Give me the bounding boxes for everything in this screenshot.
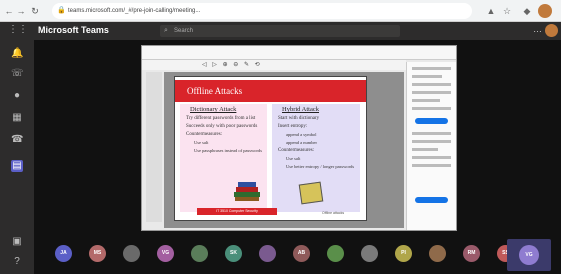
search-input[interactable]: ⌕ Search — [160, 25, 400, 37]
right-sub-bullet: Use better entropy / longer passwords — [286, 164, 355, 169]
profile-avatar[interactable] — [538, 4, 552, 18]
panel-share-button — [415, 197, 448, 203]
extensions-puzzle-icon[interactable]: ◆ — [522, 5, 532, 17]
bookmark-star-icon[interactable]: ☆ — [502, 5, 512, 17]
url-text: teams.microsoft.com/_#/pre-join-calling/… — [68, 8, 201, 14]
files-icon[interactable]: ▤ — [11, 160, 23, 172]
user-avatar[interactable] — [545, 24, 558, 37]
participant-avatar[interactable] — [429, 245, 446, 262]
participant-avatar[interactable]: VG — [157, 245, 174, 262]
apps-icon[interactable]: ▣ — [11, 236, 23, 248]
participant-avatar[interactable]: MS — [89, 245, 106, 262]
reload-icon[interactable]: ↻ — [30, 5, 40, 17]
left-sub-bullet: Use salt — [194, 140, 209, 145]
slide-banner: IT 3510 Computer Security — [197, 208, 277, 215]
right-sub-bullet: Use salt — [286, 156, 301, 161]
left-bullet: Succeeds only with poor passwords — [186, 124, 258, 129]
address-bar[interactable]: 🔒 teams.microsoft.com/_#/pre-join-callin… — [52, 3, 472, 19]
left-bullet: Try different passwords from a list — [186, 116, 256, 121]
right-heading: Hybrid Attack — [282, 106, 320, 113]
extension-icon[interactable]: ▲ — [486, 5, 496, 17]
back-arrow-icon[interactable]: ← — [4, 5, 14, 17]
search-placeholder: Search — [174, 28, 194, 34]
pdf-side-panel — [406, 62, 456, 230]
right-bullet: Start with dictionary — [278, 116, 320, 121]
calendar-icon[interactable]: ▦ — [11, 112, 23, 124]
participant-avatar[interactable] — [259, 245, 276, 262]
app-launcher-icon[interactable]: ⋮⋮ — [8, 24, 28, 35]
activity-icon[interactable]: 🔔 — [11, 48, 23, 60]
right-sub-bullet: append a symbol — [286, 132, 317, 137]
help-icon[interactable]: ? — [11, 256, 23, 268]
participant-avatar[interactable]: SK — [225, 245, 242, 262]
slide-title: Offline Attacks — [175, 80, 366, 102]
participant-avatar[interactable]: AB — [293, 245, 310, 262]
right-bullet: Countermeasures: — [278, 148, 315, 153]
app-title: Microsoft Teams — [38, 25, 109, 35]
participant-avatar[interactable] — [123, 245, 140, 262]
participant-avatar[interactable]: JA — [55, 245, 72, 262]
calls-icon[interactable]: ☎ — [11, 134, 23, 146]
participant-avatar[interactable] — [191, 245, 208, 262]
lock-icon: 🔒 — [57, 7, 66, 14]
books-illustration — [234, 182, 260, 201]
computer-illustration — [298, 181, 324, 205]
right-bullet: Insert entropy: — [278, 124, 308, 129]
left-sub-bullet: Use passphrases instead of passwords — [194, 148, 262, 153]
participant-avatar[interactable] — [327, 245, 344, 262]
pdf-viewer-titlebar — [142, 46, 456, 60]
forward-arrow-icon[interactable]: → — [16, 5, 26, 17]
participant-avatar[interactable] — [361, 245, 378, 262]
chat-icon[interactable]: ☏ — [11, 68, 24, 80]
teams-icon[interactable]: ● — [11, 90, 23, 102]
self-avatar: VG — [519, 245, 539, 265]
participant-avatar[interactable]: RM — [463, 245, 480, 262]
left-bullet: Countermeasures: — [186, 132, 223, 137]
participant-avatar[interactable]: PI — [395, 245, 412, 262]
left-heading: Dictionary Attack — [190, 106, 237, 113]
pdf-toolbar: ◁ ▷ ⊕ ⊖ ✎ ⟲ — [142, 60, 406, 70]
search-icon: ⌕ — [164, 27, 168, 34]
panel-action-button — [415, 118, 448, 124]
page-thumbnails — [146, 72, 162, 222]
slide-footer: Offline attacks — [322, 211, 345, 215]
right-sub-bullet: append a number — [286, 140, 317, 145]
more-options-icon[interactable]: … — [533, 24, 542, 34]
